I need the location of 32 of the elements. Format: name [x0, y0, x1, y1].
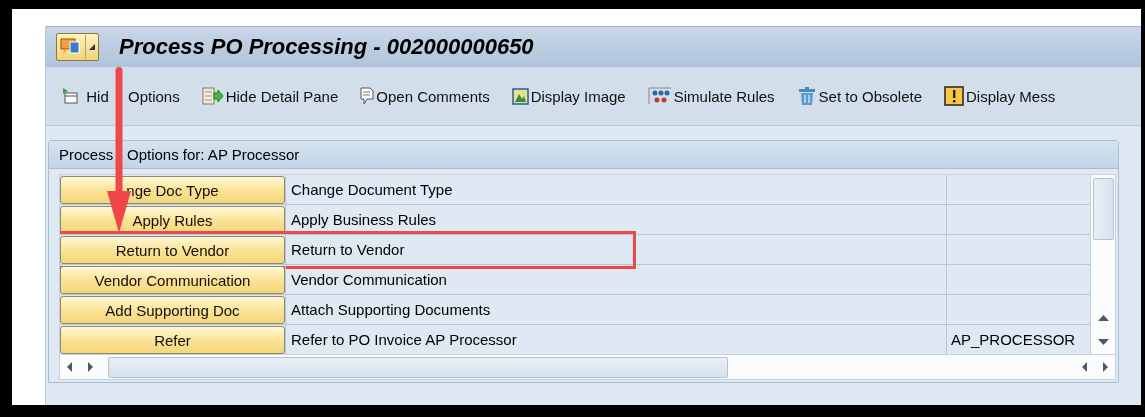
toolbar-button[interactable]: Open Comments [360, 85, 490, 107]
panel-title: Process [59, 146, 115, 163]
trash-icon [796, 86, 817, 106]
table-cell: Attach Supporting Documents [285, 295, 947, 324]
image-icon [511, 87, 529, 105]
abacus-icon [647, 87, 672, 105]
vertical-scrollbar[interactable] [1090, 175, 1115, 354]
action-button[interactable]: Vendor Communication [60, 266, 285, 294]
action-button[interactable]: Return to Vendor [60, 236, 285, 264]
toolbar-button[interactable]: Hide Detail Pane [201, 85, 339, 107]
note-icon [360, 87, 375, 105]
dropdown-caret-icon [89, 44, 95, 50]
table-cell: Apply Business Rules [285, 205, 947, 234]
table-cell: AP_PROCESSOR [951, 331, 1076, 348]
action-button[interactable]: Add Supporting Doc [60, 296, 285, 324]
comment-icon [60, 37, 82, 57]
pane-arrow-icon [201, 87, 224, 105]
toolbar-button[interactable]: Hid Options [62, 85, 180, 107]
action-button[interactable]: Refer [60, 326, 285, 354]
toolbar-button[interactable]: Display Mess [944, 84, 1056, 108]
panel-title: Options for: AP Processor [127, 146, 300, 163]
toolbar-button[interactable]: Set to Obsolete [796, 84, 922, 108]
window-title: Process PO Processing - 002000000650 [119, 34, 534, 60]
toolbar-button[interactable]: Display Image [511, 85, 626, 107]
horizontal-scrollbar[interactable] [60, 354, 1115, 379]
toolbar-button[interactable]: Simulate Rules [647, 85, 775, 107]
warning-icon [944, 86, 964, 106]
table-cell: Return to Vendor [285, 235, 947, 264]
table-cell: Vendor Communication [285, 265, 947, 294]
window-icon [62, 88, 78, 104]
menu-button[interactable] [56, 33, 99, 61]
table-cell: Change Document Type [285, 175, 947, 204]
